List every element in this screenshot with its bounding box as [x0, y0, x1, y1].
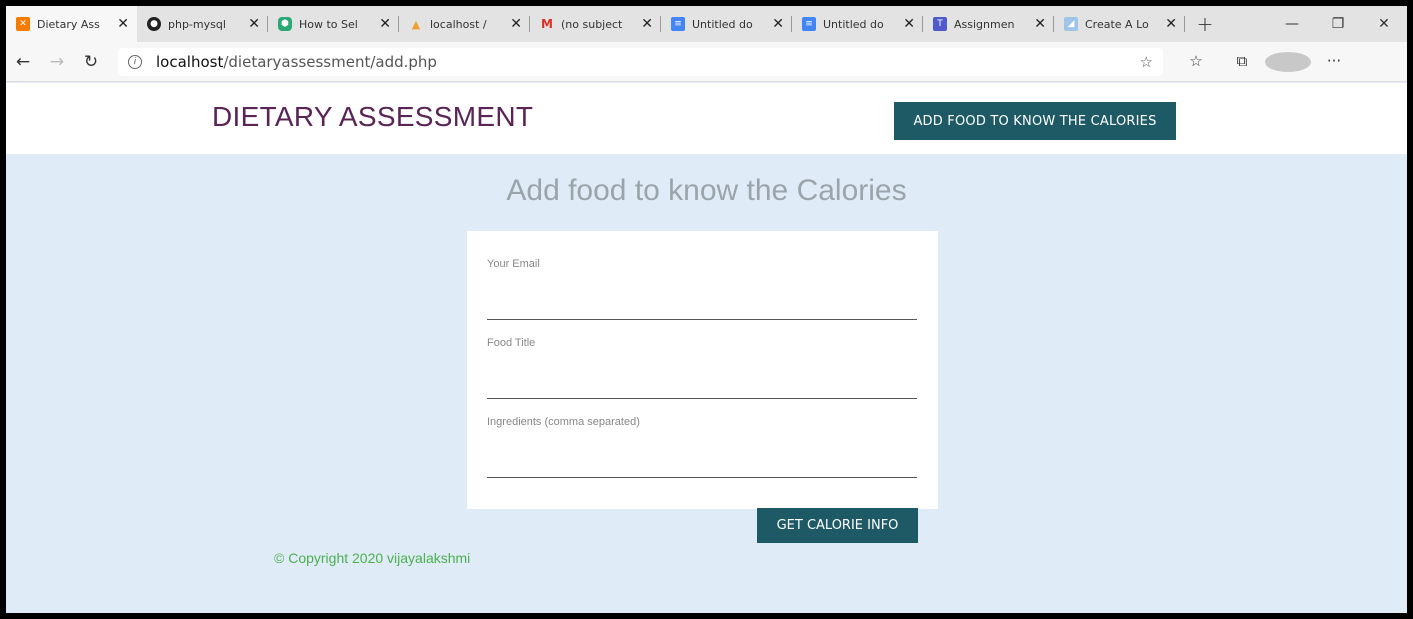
page-icon: ◢: [1064, 17, 1078, 31]
more-menu-icon[interactable]: ···: [1311, 52, 1357, 72]
tab-strip: ✕ Dietary Ass ✕ ● php-mysql ✕ ⬢ How to S…: [6, 6, 1407, 42]
tab-title: php-mysql: [168, 17, 226, 31]
food-title-label: Food Title: [487, 337, 536, 349]
tab-title: Untitled do: [823, 17, 884, 31]
tab-title: (no subject: [561, 17, 623, 31]
close-window-icon[interactable]: ✕: [1361, 6, 1407, 42]
tab-title: Dietary Ass: [37, 17, 100, 31]
restore-icon[interactable]: ❐: [1315, 6, 1361, 42]
close-icon[interactable]: ✕: [1165, 16, 1177, 32]
close-icon[interactable]: ✕: [248, 16, 260, 32]
forward-icon: →: [49, 51, 65, 72]
tab-gmail[interactable]: M (no subject ✕: [530, 6, 661, 42]
tab-how-to[interactable]: ⬢ How to Sel ✕: [268, 6, 399, 42]
close-icon[interactable]: ✕: [1034, 16, 1046, 32]
tab-create[interactable]: ◢ Create A Lo ✕: [1054, 6, 1185, 42]
window-controls: — ❐ ✕: [1269, 6, 1407, 42]
food-title-field[interactable]: [487, 361, 917, 399]
footer-copyright: © Copyright 2020 vijayalakshmi: [274, 550, 471, 566]
tab-docs-1[interactable]: ≡ Untitled do ✕: [661, 6, 792, 42]
tab-docs-2[interactable]: ≡ Untitled do ✕: [792, 6, 923, 42]
email-field-group: Your Email: [487, 258, 917, 320]
docs-icon: ≡: [671, 17, 685, 31]
phpmyadmin-icon: ▲: [411, 17, 421, 31]
page-title: Add food to know the Calories: [6, 174, 1407, 208]
tab-title: How to Sel: [299, 17, 358, 31]
tab-github[interactable]: ● php-mysql ✕: [137, 6, 268, 42]
tab-title: Create A Lo: [1085, 17, 1149, 31]
ingredients-field-group: Ingredients (comma separated): [487, 416, 917, 478]
favorite-star-icon[interactable]: ☆: [1140, 53, 1153, 71]
close-icon[interactable]: ✕: [117, 16, 129, 32]
email-field[interactable]: [487, 282, 917, 320]
tab-teams[interactable]: T Assignmen ✕: [923, 6, 1054, 42]
tab-title: Untitled do: [692, 17, 753, 31]
refresh-icon[interactable]: ↻: [74, 52, 108, 72]
url-path: /dietaryassessment/add.php: [223, 52, 437, 71]
close-icon[interactable]: ✕: [903, 16, 915, 32]
add-food-nav-button[interactable]: ADD FOOD TO KNOW THE CALORIES: [894, 102, 1176, 140]
hexagon-icon: ⬢: [278, 17, 292, 31]
toolbar-icons: ☆ ⧉ ···: [1173, 51, 1357, 72]
page-title-text: Add food to know the Calories: [506, 174, 907, 207]
tab-title: localhost /: [430, 17, 487, 31]
url-host: localhost: [156, 52, 224, 71]
minimize-icon[interactable]: —: [1269, 6, 1315, 42]
address-bar-row: ← → ↻ i localhost/dietaryassessment/add.…: [6, 42, 1407, 82]
email-label: Your Email: [487, 258, 540, 270]
add-food-form: Your Email Food Title Ingredients (comma…: [467, 231, 938, 509]
ingredients-label: Ingredients (comma separated): [487, 416, 640, 428]
tab-title: Assignmen: [954, 17, 1015, 31]
new-tab-button[interactable]: +: [1185, 6, 1225, 42]
back-icon[interactable]: ←: [6, 52, 40, 72]
get-calorie-info-button[interactable]: GET CALORIE INFO: [757, 508, 918, 543]
xampp-icon: ✕: [16, 17, 30, 31]
close-icon[interactable]: ✕: [772, 16, 784, 32]
ingredients-field[interactable]: [487, 440, 917, 478]
profile-avatar-icon[interactable]: [1265, 51, 1311, 72]
collections-icon[interactable]: ⧉: [1219, 52, 1265, 72]
close-icon[interactable]: ✕: [641, 16, 653, 32]
docs-icon: ≡: [802, 17, 816, 31]
browser-window: ✕ Dietary Ass ✕ ● php-mysql ✕ ⬢ How to S…: [6, 6, 1407, 613]
github-icon: ●: [147, 17, 161, 31]
favorites-list-icon[interactable]: ☆: [1173, 52, 1219, 72]
info-icon[interactable]: i: [128, 54, 142, 69]
gmail-icon: M: [541, 17, 553, 31]
tab-dietary[interactable]: ✕ Dietary Ass ✕: [6, 6, 137, 42]
url-bar[interactable]: i localhost/dietaryassessment/add.php ☆: [118, 47, 1163, 76]
tab-phpmyadmin[interactable]: ▲ localhost / ✕: [399, 6, 530, 42]
teams-icon: T: [933, 17, 947, 31]
site-header: DIETARY ASSESSMENT ADD FOOD TO KNOW THE …: [6, 83, 1407, 154]
food-title-field-group: Food Title: [487, 337, 917, 399]
close-icon[interactable]: ✕: [379, 16, 391, 32]
close-icon[interactable]: ✕: [510, 16, 522, 32]
brand-title[interactable]: DIETARY ASSESSMENT: [212, 101, 533, 133]
